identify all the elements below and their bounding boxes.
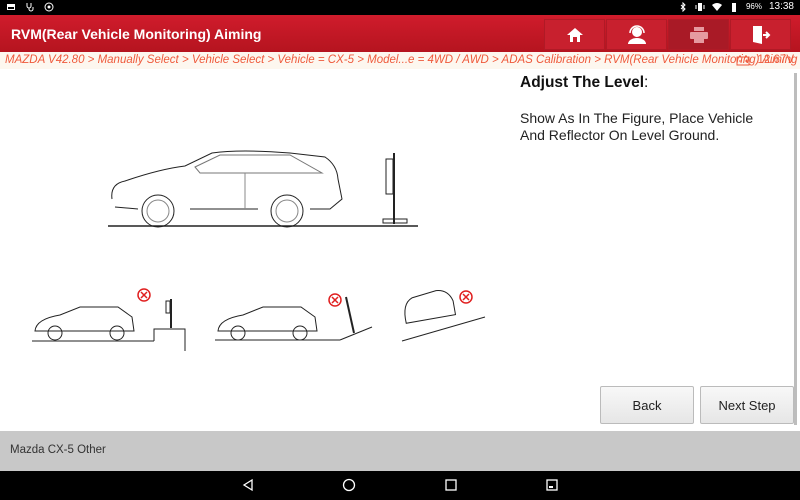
- scrollbar[interactable]: [794, 73, 797, 425]
- support-button[interactable]: [606, 19, 667, 50]
- wrong-example-sloped-reflector: [215, 293, 373, 341]
- wrong-example-raised-reflector: [32, 288, 186, 351]
- vehicle-label: Mazda CX-5 Other: [10, 444, 106, 456]
- settings-gear-icon: [44, 2, 54, 12]
- main-car-illustration: [108, 150, 418, 228]
- app-header: RVM(Rear Vehicle Monitoring) Aiming: [0, 15, 800, 52]
- battery-icon: [731, 2, 736, 12]
- instruction-body: Show As In The Figure, Place Vehicle And…: [520, 110, 754, 143]
- print-button[interactable]: [668, 19, 729, 50]
- back-button[interactable]: Back: [600, 386, 694, 424]
- home-nav-icon[interactable]: [342, 478, 356, 492]
- battery-percent: 96%: [745, 2, 762, 11]
- breadcrumb: MAZDA V42.80 > Manually Select > Vehicle…: [0, 52, 800, 69]
- bluetooth-icon: [680, 1, 686, 12]
- breadcrumb-path: MAZDA V42.80 > Manually Select > Vehicle…: [5, 54, 798, 66]
- voltage-value: 12.67V: [757, 54, 794, 66]
- page-title: RVM(Rear Vehicle Monitoring) Aiming: [11, 26, 262, 42]
- car-battery-icon: [736, 55, 750, 65]
- exit-door-icon: [752, 25, 770, 44]
- battery-voltage: 12.67V: [736, 54, 794, 66]
- instruction-panel: Adjust The Level: Show As In The Figure,…: [520, 74, 780, 144]
- gallery-icon: [7, 4, 15, 10]
- reflector-stand-illustration: [382, 153, 408, 224]
- printer-icon: [689, 26, 708, 43]
- wifi-icon: [711, 2, 722, 11]
- status-bar: 96% 13:38: [0, 0, 800, 15]
- recents-nav-icon[interactable]: [444, 478, 458, 492]
- stethoscope-icon: [26, 3, 34, 12]
- wrong-example-tilted-car: [401, 290, 486, 342]
- screenshot-nav-icon[interactable]: [545, 478, 559, 492]
- vibrate-icon: [695, 2, 705, 11]
- back-nav-icon[interactable]: [241, 478, 255, 492]
- android-nav-bar: [0, 471, 800, 500]
- next-step-button[interactable]: Next Step: [700, 386, 794, 424]
- vehicle-info-bar: Mazda CX-5 Other: [0, 431, 800, 471]
- home-icon: [566, 27, 583, 42]
- instruction-heading: Adjust The Level:: [520, 74, 649, 91]
- clock: 13:38: [768, 1, 794, 12]
- content-area: Adjust The Level: Show As In The Figure,…: [0, 69, 800, 431]
- instruction-figure: [32, 150, 486, 351]
- home-button[interactable]: [544, 19, 605, 50]
- exit-button[interactable]: [730, 19, 791, 50]
- headset-user-icon: [627, 24, 646, 44]
